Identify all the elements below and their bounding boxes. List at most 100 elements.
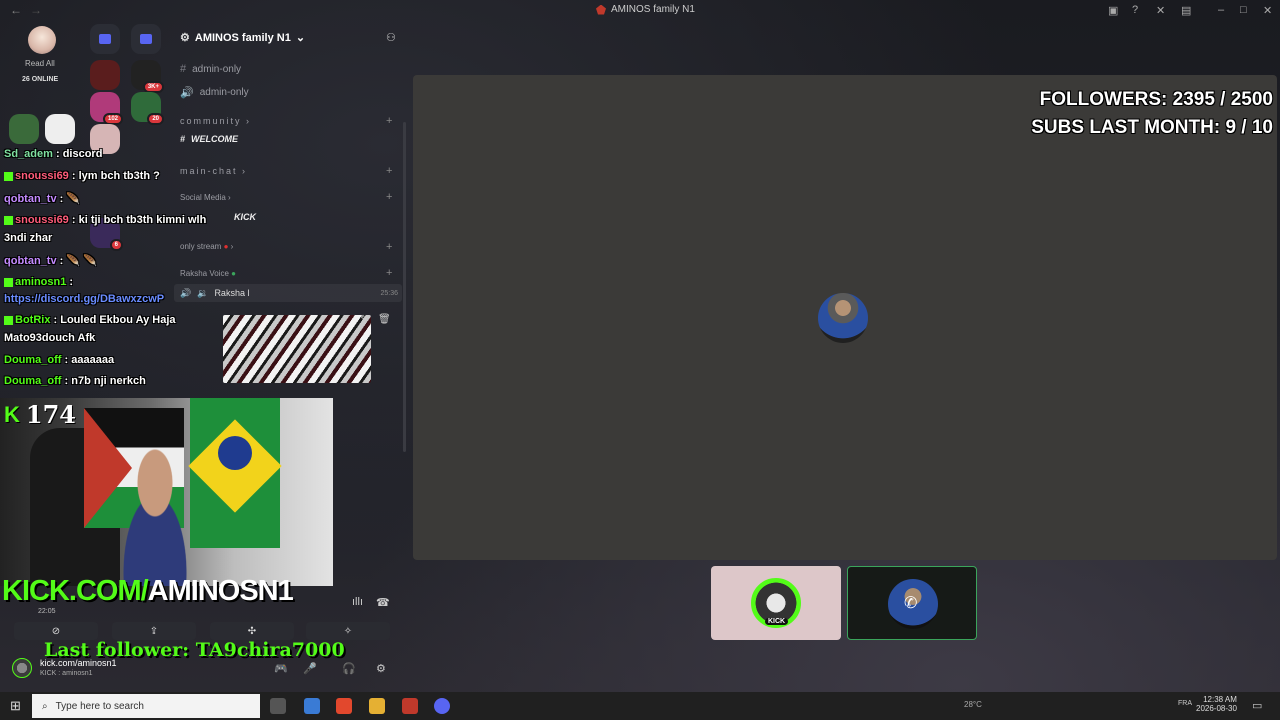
stream-view[interactable]: FOLLOWERS: 2395 / 2500 SUBS LAST MONTH: … <box>413 75 1277 560</box>
add-channel-icon[interactable]: + <box>386 191 392 203</box>
chat-text: : lym bch tb3th ? <box>71 170 160 182</box>
read-all-button[interactable]: Read All <box>25 59 55 68</box>
kick-badge-icon <box>4 315 13 325</box>
channel-scrollbar[interactable] <box>403 122 406 452</box>
gamepad-icon[interactable]: 🎮 <box>274 662 288 675</box>
minimize-icon[interactable]: – <box>1218 4 1224 16</box>
chat-text: : <box>59 255 64 267</box>
add-channel-icon[interactable]: + <box>386 241 392 253</box>
server-icon[interactable]: 20 <box>131 92 164 125</box>
edit-icon[interactable]: ✎ <box>360 314 368 325</box>
file-explorer-icon[interactable] <box>369 698 385 714</box>
app-icon[interactable] <box>304 698 320 714</box>
soundboard-icon[interactable]: ıllı <box>352 596 363 608</box>
soundboard-button[interactable]: ✧ <box>306 622 390 640</box>
close-icon[interactable]: ✕ <box>1263 4 1272 17</box>
server-icon[interactable]: 102 <box>90 92 123 125</box>
settings-gear-icon[interactable]: ⚙ <box>376 662 386 675</box>
add-channel-icon[interactable]: + <box>386 115 392 127</box>
headphones-icon[interactable]: 🎧 <box>342 662 356 675</box>
chat-icon[interactable]: ▤ <box>1181 4 1191 17</box>
chat-message: BotRix : Louled Ekbou Ay Haja <box>4 314 176 326</box>
server-name: AMINOS family N1 <box>194 31 291 44</box>
chat-message: qobtan_tv : 🪶 🪶 <box>4 254 97 267</box>
chat-message: snoussi69 : lym bch tb3th ? <box>4 170 160 182</box>
invite-people-icon[interactable]: ⚇ <box>386 31 396 44</box>
hash-icon: # <box>180 63 187 75</box>
chat-message: Sd_adem : discord <box>4 148 102 160</box>
viewer-count: K 174 <box>4 400 76 429</box>
chat-link[interactable]: https://discord.gg/DBawxzcwP <box>4 293 164 305</box>
server-icon[interactable] <box>90 60 120 90</box>
chat-username: aminosn1 <box>15 276 67 288</box>
chat-message: snoussi69 : ki tji bch tb3th kimni wlh <box>4 214 206 226</box>
share-screen-button[interactable]: ⇪ <box>112 622 196 640</box>
task-view-icon[interactable] <box>270 698 286 714</box>
inbox-icon[interactable]: ▣ <box>1108 4 1118 17</box>
maximize-icon[interactable]: □ <box>1240 4 1247 16</box>
server-logo-icon <box>596 4 606 15</box>
channel-admin-only[interactable]: # admin-only <box>180 63 241 75</box>
chat-text: : ki tji bch tb3th kimni wlh <box>71 214 207 226</box>
chat-username: snoussi69 <box>15 214 69 226</box>
category-label: community <box>180 116 242 126</box>
viewer-count-value: 174 <box>25 400 76 429</box>
chat-username: qobtan_tv <box>4 255 57 267</box>
channel-label: admin-only <box>192 63 242 75</box>
notification-icon[interactable]: ▭ <box>1252 699 1262 712</box>
chat-text: Mato93douch Afk <box>4 332 96 344</box>
chat-text: : Louled Ekbou Ay Haja <box>53 314 176 326</box>
screen-share-icon: ⇪ <box>149 625 159 637</box>
toggle-camera-button[interactable]: ⊘ <box>14 622 98 640</box>
chat-text: 3ndi zhar <box>4 232 53 244</box>
category-community[interactable]: community › <box>180 116 251 126</box>
server-folder[interactable] <box>131 24 161 54</box>
kick-badge-icon <box>4 277 13 287</box>
chevron-down-icon: ⌄ <box>295 32 306 44</box>
disconnect-icon[interactable]: ☎ <box>376 596 390 609</box>
chat-username: BotRix <box>15 314 51 326</box>
weather-widget[interactable]: 28°C <box>964 700 982 709</box>
participant-label: KICK <box>765 618 789 625</box>
emote-icon: 🪶 <box>66 193 81 205</box>
tools-icon[interactable]: ✕ <box>1156 4 1165 17</box>
brazil-flag-globe <box>218 436 252 470</box>
participant-tile[interactable]: KICK <box>711 566 841 640</box>
stream-user-avatar <box>818 293 868 343</box>
server-icon[interactable]: 3K+ <box>131 60 164 93</box>
hash-icon: # <box>180 134 186 144</box>
subs-goal: SUBS LAST MONTH: 9 / 10 <box>1031 117 1273 138</box>
help-icon[interactable]: ? <box>1132 4 1138 16</box>
system-clock[interactable]: 12:38 AM 2026-08-30 <box>1196 695 1237 713</box>
app-icon[interactable] <box>402 698 418 714</box>
delete-icon[interactable]: 🗑 <box>378 314 391 325</box>
chat-message: Mato93douch Afk <box>4 332 95 344</box>
add-channel-icon[interactable]: + <box>386 267 392 279</box>
server-icon[interactable] <box>45 114 75 144</box>
participant-tile[interactable]: ✆ <box>847 566 977 640</box>
microphone-icon[interactable]: 🎤 <box>303 662 317 675</box>
forward-arrow-icon[interactable]: → <box>30 3 42 17</box>
user-panel-avatar[interactable] <box>12 658 32 678</box>
mention-badge: 20 <box>147 113 164 125</box>
kick-badge-icon <box>4 215 13 225</box>
chat-text: : n7b nji nerkch <box>64 375 146 387</box>
server-header[interactable]: ⚙ AMINOS family N1 ⌄ <box>180 31 306 45</box>
add-channel-icon[interactable]: + <box>386 165 392 177</box>
brave-browser-icon[interactable] <box>336 698 352 714</box>
chat-message: qobtan_tv : 🪶 <box>4 192 80 205</box>
channel-welcome[interactable]: # WELCOME <box>180 134 238 144</box>
taskbar-search[interactable]: ⌕ Type here to search <box>32 694 260 718</box>
user-panel-name[interactable]: kick.com/aminosn1 <box>40 658 117 668</box>
back-arrow-icon[interactable]: ← <box>10 3 22 17</box>
server-folder[interactable] <box>90 24 120 54</box>
user-avatar[interactable] <box>28 26 56 54</box>
server-icon[interactable] <box>9 114 39 144</box>
windows-start-icon[interactable]: ⊞ <box>10 698 21 714</box>
input-language[interactable]: FRA <box>1178 700 1192 707</box>
user-panel: kick.com/aminosn1 KICK : aminosn1 🎮 🎤 🎧 … <box>12 656 392 682</box>
discord-icon[interactable] <box>434 698 450 714</box>
activities-button[interactable]: ✣ <box>210 622 294 640</box>
channel-admin-only-voice[interactable]: 🔊 admin-only <box>180 86 249 99</box>
folder-icon <box>99 34 111 44</box>
